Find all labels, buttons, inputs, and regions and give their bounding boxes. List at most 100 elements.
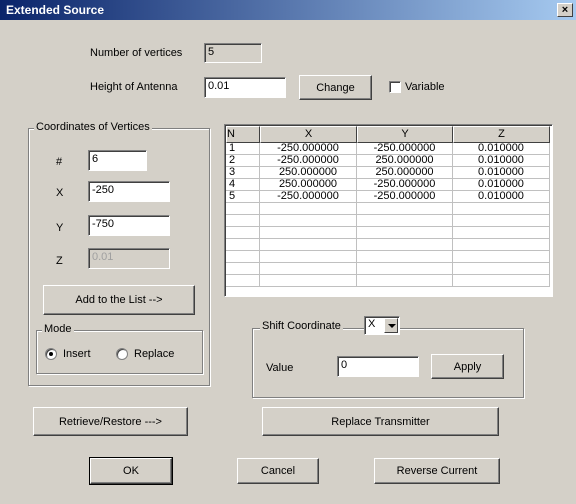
x-input[interactable]: -250: [88, 181, 170, 202]
table-cell: [226, 275, 260, 287]
table-cell: 0.010000: [453, 167, 550, 179]
table-cell: -250.000000: [357, 143, 453, 155]
num-vertices-label: Number of vertices: [90, 47, 183, 59]
table-cell: [357, 203, 453, 215]
num-vertices-field: 5: [204, 43, 262, 63]
table-cell: [453, 215, 550, 227]
table-row[interactable]: 2 -250.000000 250.000000 0.010000: [226, 155, 550, 167]
y-input[interactable]: -750: [88, 215, 170, 236]
retrieve-restore-button[interactable]: Retrieve/Restore --->: [33, 407, 188, 436]
table-cell: [260, 227, 357, 239]
table-cell: 0.010000: [453, 191, 550, 203]
table-cell: [226, 203, 260, 215]
table-cell: [226, 263, 260, 275]
ok-button[interactable]: OK: [89, 457, 173, 485]
change-button[interactable]: Change: [299, 75, 372, 100]
table-cell: [226, 251, 260, 263]
table-cell: [226, 239, 260, 251]
table-cell: [357, 227, 453, 239]
reverse-current-button[interactable]: Reverse Current: [374, 458, 500, 484]
table-row[interactable]: 4 250.000000 -250.000000 0.010000: [226, 179, 550, 191]
chevron-down-icon[interactable]: [384, 318, 398, 333]
table-row-empty[interactable]: [226, 203, 550, 215]
table-cell: [357, 251, 453, 263]
table-cell: [260, 263, 357, 275]
table-row[interactable]: 3 250.000000 250.000000 0.010000: [226, 167, 550, 179]
table-row-empty[interactable]: [226, 215, 550, 227]
header-n[interactable]: N: [226, 126, 260, 143]
table-row-empty[interactable]: [226, 263, 550, 275]
table-cell: 4: [226, 179, 260, 191]
table-cell: [453, 227, 550, 239]
coordinates-group-title: Coordinates of Vertices: [34, 121, 152, 133]
axis-dropdown-value: X: [368, 318, 376, 330]
header-x[interactable]: X: [260, 126, 357, 143]
title-bar: Extended Source ×: [0, 0, 576, 20]
table-cell: 250.000000: [260, 167, 357, 179]
apply-button[interactable]: Apply: [431, 354, 504, 379]
x-label: X: [56, 187, 64, 199]
table-cell: [453, 263, 550, 275]
table-cell: [453, 203, 550, 215]
shift-value-label: Value: [266, 362, 294, 374]
table-cell: 3: [226, 167, 260, 179]
hash-label: #: [56, 156, 63, 168]
table-cell: [453, 239, 550, 251]
insert-label: Insert: [63, 348, 91, 360]
vertex-number-input[interactable]: 6: [88, 150, 147, 171]
table-cell: [260, 203, 357, 215]
table-cell: [260, 215, 357, 227]
header-z[interactable]: Z: [453, 126, 550, 143]
table-cell: 5: [226, 191, 260, 203]
table-cell: [260, 251, 357, 263]
header-y[interactable]: Y: [357, 126, 453, 143]
table-row-empty[interactable]: [226, 275, 550, 287]
table-cell: 1: [226, 143, 260, 155]
table-row[interactable]: 5 -250.000000 -250.000000 0.010000: [226, 191, 550, 203]
shift-coordinate-title: Shift Coordinate: [260, 320, 343, 332]
height-input[interactable]: 0.01: [204, 77, 286, 98]
table-cell: -250.000000: [357, 179, 453, 191]
table-cell: -250.000000: [357, 191, 453, 203]
table-cell: [226, 227, 260, 239]
insert-radio[interactable]: [45, 348, 57, 360]
table-cell: 0.010000: [453, 179, 550, 191]
table-cell: 2: [226, 155, 260, 167]
mode-group-title: Mode: [42, 323, 74, 335]
table-cell: 250.000000: [260, 179, 357, 191]
table-cell: [357, 263, 453, 275]
table-cell: 0.010000: [453, 143, 550, 155]
table-cell: [357, 215, 453, 227]
table-cell: [453, 275, 550, 287]
table-cell: 250.000000: [357, 167, 453, 179]
replace-transmitter-button[interactable]: Replace Transmitter: [262, 407, 499, 436]
window-title: Extended Source: [6, 3, 105, 17]
table-row-empty[interactable]: [226, 251, 550, 263]
table-cell: [453, 251, 550, 263]
table-cell: -250.000000: [260, 143, 357, 155]
axis-dropdown[interactable]: X: [364, 316, 400, 335]
add-to-list-button[interactable]: Add to the List -->: [43, 285, 195, 315]
table-cell: [260, 239, 357, 251]
vertices-table[interactable]: N X Y Z 1 -250.000000 -250.000000 0.010000 2…: [224, 124, 553, 297]
table-cell: [260, 275, 357, 287]
shift-value-input[interactable]: 0: [337, 356, 419, 377]
close-button[interactable]: ×: [557, 3, 573, 17]
table-row-empty[interactable]: [226, 227, 550, 239]
table-cell: 0.010000: [453, 155, 550, 167]
table-row[interactable]: 1 -250.000000 -250.000000 0.010000: [226, 143, 550, 155]
table-body: 1 -250.000000 -250.000000 0.010000 2 -250.000…: [226, 143, 550, 287]
height-label: Height of Antenna: [90, 81, 178, 93]
table-cell: [357, 239, 453, 251]
table-cell: [357, 275, 453, 287]
table-header: N X Y Z: [226, 126, 550, 143]
z-input: 0.01: [88, 248, 170, 269]
table-cell: [226, 215, 260, 227]
table-cell: 250.000000: [357, 155, 453, 167]
table-cell: -250.000000: [260, 155, 357, 167]
replace-radio[interactable]: [116, 348, 128, 360]
table-row-empty[interactable]: [226, 239, 550, 251]
y-label: Y: [56, 222, 64, 234]
cancel-button[interactable]: Cancel: [237, 458, 319, 484]
variable-checkbox[interactable]: [389, 81, 401, 93]
